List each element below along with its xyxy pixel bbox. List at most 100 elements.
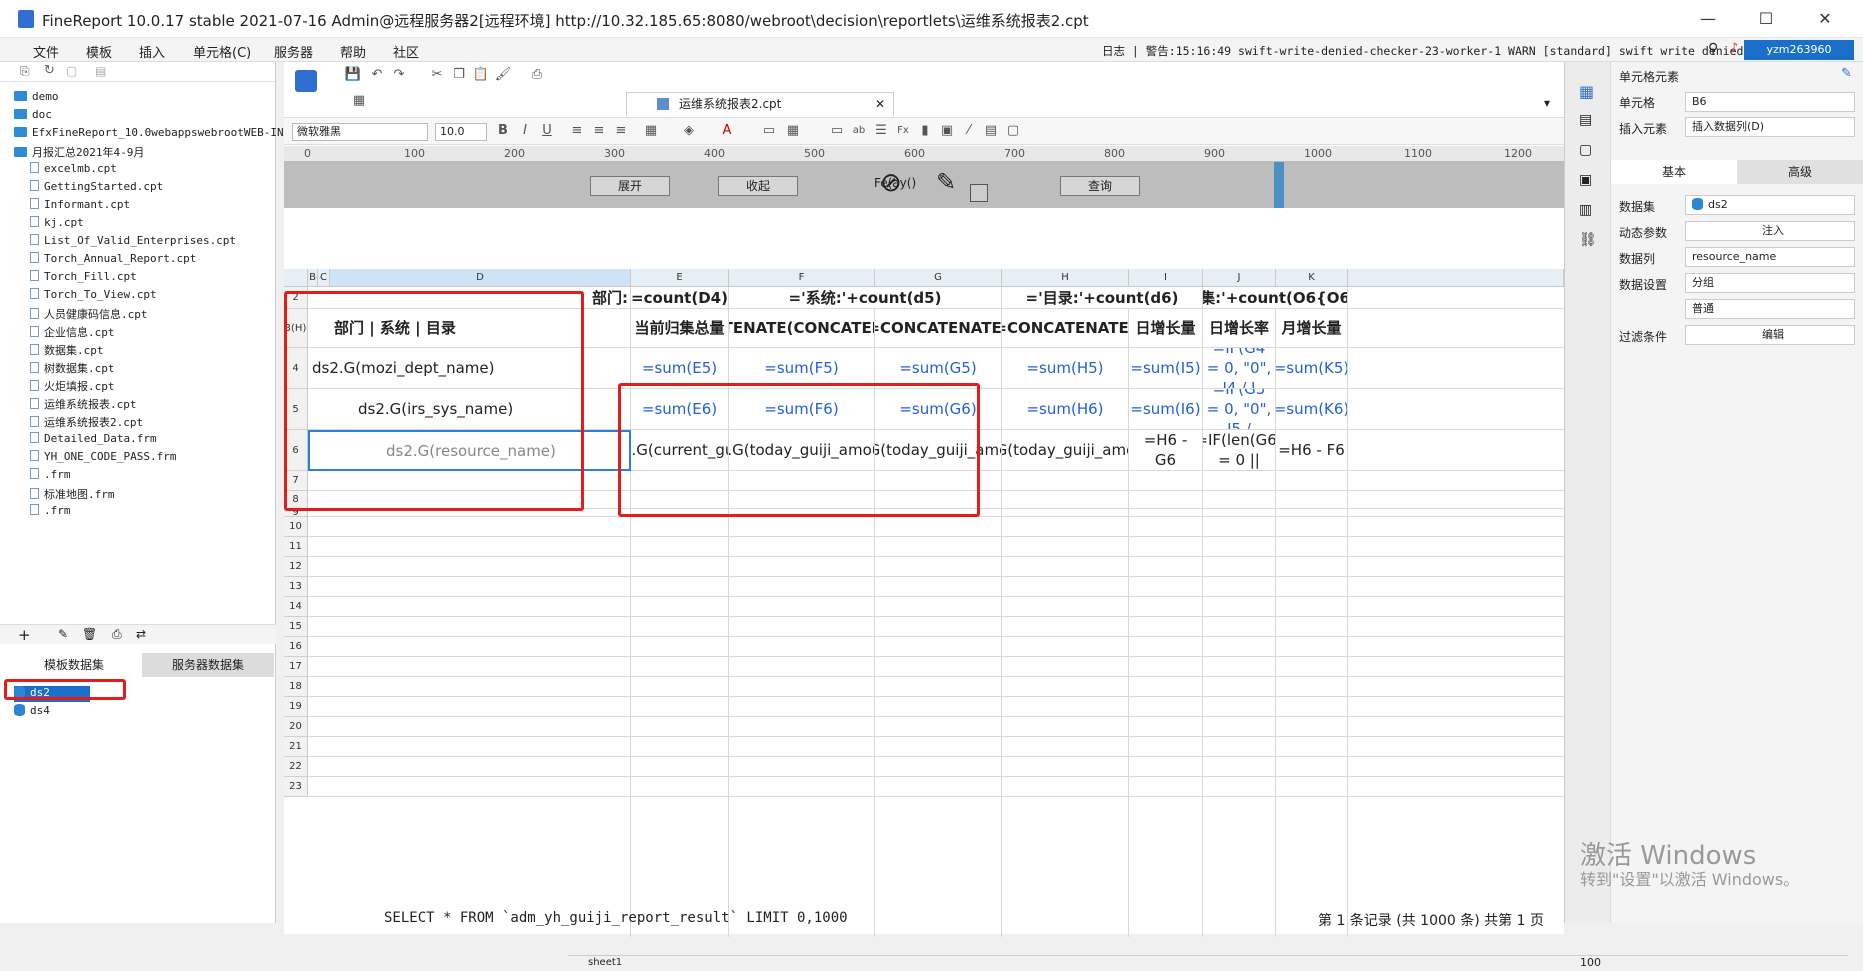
- grid-row[interactable]: [308, 697, 1564, 717]
- cell[interactable]: =CONCATENATE(: [1002, 309, 1129, 348]
- tree-folder[interactable]: doc: [14, 108, 52, 125]
- tree-folder[interactable]: EfxFineReport_10.0webappswebrootWEB-INF: [14, 126, 290, 143]
- cell[interactable]: ='系统:'+count(d5): [729, 287, 1002, 309]
- redo-icon[interactable]: ↷: [390, 66, 408, 84]
- preview-icon[interactable]: ⎙: [528, 66, 546, 84]
- font-size-select[interactable]: 10.0: [435, 123, 487, 141]
- column-header[interactable]: J: [1203, 269, 1276, 287]
- insert-cell-icon[interactable]: ▭: [828, 122, 846, 140]
- cell[interactable]: =count(D4): [631, 287, 729, 309]
- tree-file[interactable]: .frm: [30, 468, 71, 485]
- dataset-select[interactable]: ds2: [1685, 195, 1855, 215]
- column-header[interactable]: E: [631, 269, 729, 287]
- tab-template-dataset[interactable]: 模板数据集: [6, 653, 142, 677]
- font-color-icon[interactable]: A: [718, 122, 736, 140]
- setting-select[interactable]: 分组: [1685, 273, 1855, 293]
- slash-icon[interactable]: ⁄: [960, 122, 978, 140]
- row-header[interactable]: 23: [284, 777, 308, 797]
- tree-file[interactable]: List_Of_Valid_Enterprises.cpt: [30, 234, 236, 251]
- row-header[interactable]: 17: [284, 657, 308, 677]
- grid-view-icon[interactable]: ▦: [350, 92, 368, 110]
- cell-attr-icon[interactable]: ▤: [1579, 112, 1592, 128]
- lock-icon[interactable]: ▢: [66, 64, 77, 78]
- merge-icon[interactable]: ▭: [760, 122, 778, 140]
- cell[interactable]: =IF(G4 = 0, "0", I4 / I: [1203, 348, 1276, 389]
- grid-row[interactable]: [308, 677, 1564, 697]
- more-icon[interactable]: ▢: [1004, 122, 1022, 140]
- tree-file[interactable]: .frm: [30, 504, 71, 521]
- save-icon[interactable]: 💾: [344, 66, 362, 84]
- row-header[interactable]: 15: [284, 617, 308, 637]
- grid-row[interactable]: [308, 577, 1564, 597]
- tab-advanced[interactable]: 高级: [1737, 160, 1863, 184]
- cell[interactable]: =H6 - G6: [1129, 430, 1203, 471]
- tree-file[interactable]: Torch_Fill.cpt: [30, 270, 137, 287]
- calendar-icon[interactable]: [970, 184, 988, 202]
- grid-row[interactable]: [308, 557, 1564, 577]
- filter-edit-button[interactable]: 编辑: [1685, 325, 1855, 345]
- grid-row[interactable]: [308, 737, 1564, 757]
- menu-server[interactable]: 服务器: [274, 42, 313, 61]
- cell[interactable]: ='已归集:'+count(O6{O6 = '已完成归集'}: [1203, 287, 1348, 309]
- delete-icon[interactable]: ▤: [95, 64, 106, 78]
- menu-community[interactable]: 社区: [393, 42, 419, 61]
- dropdown-icon[interactable]: ▾: [1544, 96, 1550, 110]
- row-header[interactable]: 16: [284, 637, 308, 657]
- replace-icon[interactable]: ⇄: [136, 627, 146, 641]
- panel-resize-handle[interactable]: [1274, 162, 1284, 208]
- select-all-corner[interactable]: [284, 269, 308, 287]
- grid-row[interactable]: [308, 777, 1564, 797]
- add-dataset-icon[interactable]: +: [18, 626, 31, 644]
- cell[interactable]: =H6 - F6: [1276, 430, 1348, 471]
- cell[interactable]: =IF(len(G6) = 0 ||: [1203, 430, 1276, 471]
- setting-sub-select[interactable]: 普通: [1685, 299, 1855, 319]
- menu-help[interactable]: 帮助: [340, 42, 366, 61]
- tree-file[interactable]: YH_ONE_CODE_PASS.frm: [30, 450, 176, 467]
- grid-row[interactable]: [308, 517, 1564, 537]
- condition-icon[interactable]: ▥: [1579, 202, 1592, 218]
- bold-icon[interactable]: B: [494, 122, 512, 140]
- tree-file[interactable]: 火炬填报.cpt: [30, 378, 115, 395]
- tree-file[interactable]: GettingStarted.cpt: [30, 180, 163, 197]
- cell[interactable]: ds2.G(today_guiji_amount): [1002, 430, 1129, 471]
- tree-file[interactable]: excelmb.cpt: [30, 162, 117, 179]
- tree-file[interactable]: 企业信息.cpt: [30, 324, 115, 341]
- column-header[interactable]: H: [1002, 269, 1129, 287]
- tree-file[interactable]: Informant.cpt: [30, 198, 130, 215]
- tree-file[interactable]: Torch_Annual_Report.cpt: [30, 252, 196, 269]
- column-header[interactable]: G: [875, 269, 1002, 287]
- undo-icon[interactable]: ↶: [368, 66, 386, 84]
- row-header[interactable]: 22: [284, 757, 308, 777]
- cell[interactable]: 日增长率: [1203, 309, 1276, 348]
- bell-icon[interactable]: ♪: [1730, 41, 1738, 56]
- inject-button[interactable]: 注入: [1685, 221, 1855, 241]
- tree-file[interactable]: 运维系统报表2.cpt: [30, 414, 143, 431]
- formula-icon[interactable]: Fx: [894, 122, 912, 140]
- widget-icon[interactable]: ▣: [1579, 172, 1592, 188]
- row-header[interactable]: 18: [284, 677, 308, 697]
- border-icon[interactable]: ▦: [642, 122, 660, 140]
- align-center-icon[interactable]: ≡: [590, 122, 608, 140]
- align-right-icon[interactable]: ≡: [612, 122, 630, 140]
- cell[interactable]: =CONCATENATE(: [875, 309, 1002, 348]
- grid-row[interactable]: [308, 597, 1564, 617]
- zoom-value[interactable]: 100: [1580, 956, 1601, 969]
- tab-basic[interactable]: 基本: [1611, 160, 1737, 184]
- row-header[interactable]: 14: [284, 597, 308, 617]
- menu-file[interactable]: 文件: [33, 42, 59, 61]
- cell-element-icon[interactable]: ▦: [1579, 82, 1594, 101]
- tree-file[interactable]: kj.cpt: [30, 216, 84, 233]
- pencil-icon[interactable]: ✎: [936, 168, 956, 196]
- cell[interactable]: =sum(I6): [1129, 389, 1203, 430]
- maximize-icon[interactable]: ☐: [1741, 6, 1791, 32]
- user-badge[interactable]: yzm263960: [1744, 40, 1854, 60]
- sub-report-icon[interactable]: ▤: [982, 122, 1000, 140]
- cell[interactable]: =sum(K6): [1276, 389, 1348, 430]
- designer-icon[interactable]: [295, 70, 317, 92]
- cell[interactable]: 日增长量: [1129, 309, 1203, 348]
- column-header[interactable]: K: [1276, 269, 1348, 287]
- collapse-button[interactable]: 收起: [718, 176, 798, 196]
- column-header[interactable]: C: [318, 269, 330, 287]
- tab-document[interactable]: 运维系统报表2.cpt ✕: [626, 92, 894, 116]
- cell[interactable]: =sum(H6): [1002, 389, 1129, 430]
